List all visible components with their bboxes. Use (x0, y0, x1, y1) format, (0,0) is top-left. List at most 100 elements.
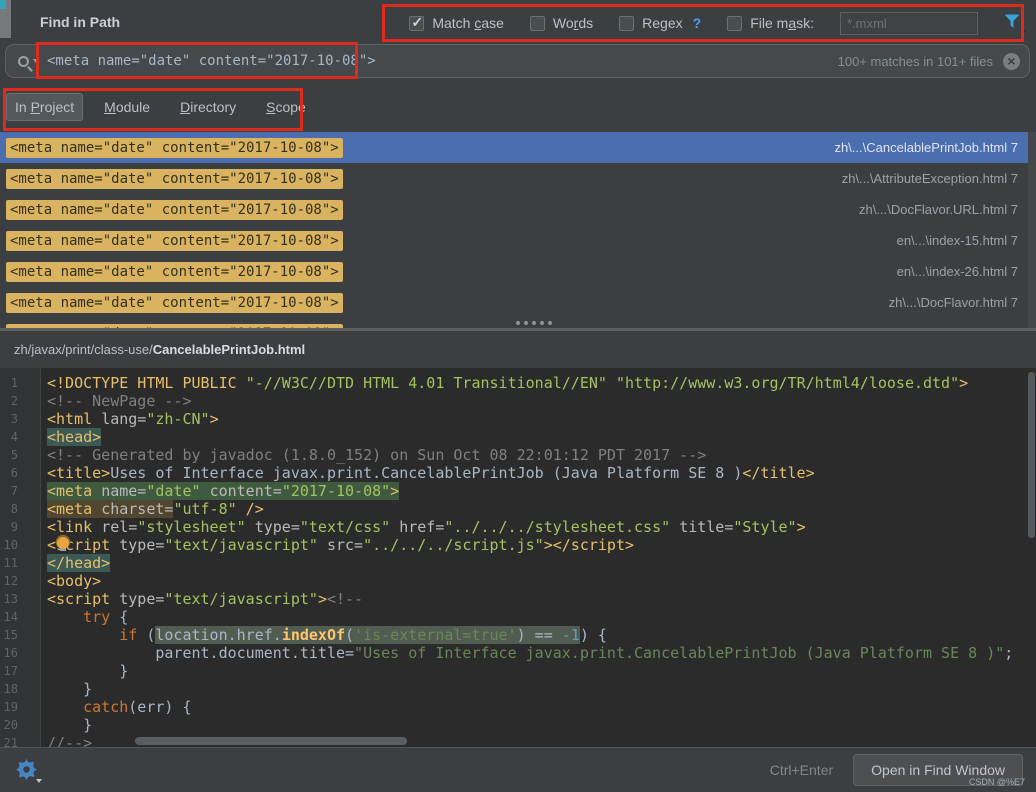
editor-vertical-scrollbar[interactable] (1028, 372, 1035, 538)
result-row[interactable]: <meta name="date" content="2017-10-08"> e… (0, 225, 1036, 256)
results-scrollbar[interactable] (1028, 132, 1036, 328)
match-case-label: Match case (432, 15, 504, 31)
code-line[interactable]: <!-- NewPage --> (47, 392, 1036, 410)
filter-funnel-icon (1004, 14, 1020, 28)
code-line[interactable]: } (47, 680, 1036, 698)
line-number: 5 (10, 448, 18, 462)
results-list: <meta name="date" content="2017-10-08"> z… (0, 132, 1036, 328)
code-line[interactable]: <html lang="zh-CN"> (47, 410, 1036, 428)
code-line[interactable]: <head> (47, 428, 1036, 446)
code-line[interactable]: <link rel="stylesheet" type="text/css" h… (47, 518, 1036, 536)
regex-checkbox[interactable]: Regex ? (619, 15, 701, 31)
result-row[interactable]: <meta name="date" content="2017-10-08"> z… (0, 194, 1036, 225)
line-number: 16 (3, 646, 18, 660)
file-mask-input[interactable] (840, 11, 978, 35)
result-file-path: zh\...\DocFlavor.html 7 (888, 295, 1018, 310)
gear-icon (16, 759, 37, 780)
line-number: 12 (3, 574, 18, 588)
code-line[interactable]: <script type="text/javascript" src="../.… (47, 536, 1036, 554)
tab-in-project[interactable]: In Project (6, 93, 84, 121)
background-window-artifact-accent (0, 0, 6, 9)
line-number: 2 (10, 394, 18, 408)
code-line[interactable]: if (location.href.indexOf('is-external=t… (47, 626, 1036, 644)
code-line[interactable]: <body> (47, 572, 1036, 590)
code-line[interactable]: } (47, 662, 1036, 680)
code-line[interactable]: } (47, 716, 1036, 734)
match-snippet: <meta name="date" content="2017-10-08"> (6, 168, 343, 189)
regex-help-link[interactable]: ? (693, 15, 702, 31)
line-number: 10 (3, 538, 18, 552)
editor-code: <!DOCTYPE HTML PUBLIC "-//W3C//DTD HTML … (41, 368, 1036, 747)
watermark: CSDN @%E7 (968, 777, 1025, 787)
editor-gutter: 1 2 3 4 5 6 7 8 9 10 11 12 13 14 15 16 17 18 19 20 21 (0, 368, 41, 747)
match-snippet: <meta name="date" content="2017-10-08"> (6, 261, 343, 282)
clear-search-button[interactable]: × (1003, 52, 1020, 70)
line-number: 15 (3, 628, 18, 642)
chevron-down-icon (36, 779, 42, 783)
preview-editor: 1 2 3 4 5 6 7 8 9 10 11 12 13 14 15 16 17 18 19 20 21 <!DOCT… (0, 368, 1036, 747)
code-line[interactable]: catch(err) { (47, 698, 1036, 716)
dialog-footer: Ctrl+Enter Open in Find Window (0, 747, 1036, 792)
result-file-path: zh\...\AttributeException.html 7 (841, 171, 1018, 186)
result-file-path: en\...\index-15.html 7 (896, 233, 1018, 248)
code-line[interactable]: <title>Uses of Interface javax.print.Can… (47, 464, 1036, 482)
line-number: 14 (3, 610, 18, 624)
dialog-title: Find in Path (40, 14, 121, 30)
line-number: 21 (3, 736, 18, 747)
result-row[interactable]: <meta name="date" content="2017-10-08"> e… (0, 256, 1036, 287)
result-row[interactable]: <meta name="date" content="2017-10-08"> z… (0, 132, 1036, 163)
line-number: 13 (3, 592, 18, 606)
tab-module[interactable]: Module (95, 93, 159, 121)
chevron-down-icon (33, 59, 39, 63)
find-in-path-dialog: Find in Path Match case Words Regex ? Fi… (0, 0, 1036, 792)
line-number: 18 (3, 682, 18, 696)
search-input[interactable] (47, 53, 838, 69)
line-number: 11 (3, 556, 18, 570)
line-number: 19 (3, 700, 18, 714)
checkbox-icon[interactable] (727, 15, 743, 31)
result-row[interactable]: <meta name="date" content="2017-10-08"> z… (0, 287, 1036, 318)
file-mask-label: File mask: (750, 15, 814, 31)
match-snippet: <meta name="date" content="2017-10-08"> (6, 292, 343, 313)
code-line[interactable]: <meta name="date" content="2017-10-08"> (47, 482, 1036, 500)
result-row[interactable]: <meta name="date" content="2017-10-08"> z… (0, 163, 1036, 194)
line-number: 9 (10, 520, 18, 534)
code-line[interactable]: try { (47, 608, 1036, 626)
code-line[interactable]: <meta charset="utf-8" /> (47, 500, 1036, 518)
code-line[interactable]: <!-- Generated by javadoc (1.8.0_152) on… (47, 446, 1036, 464)
line-number: 6 (10, 466, 18, 480)
match-snippet: <meta name="date" content="2017-10-08"> (6, 230, 343, 251)
words-label: Words (552, 15, 594, 31)
checkbox-icon[interactable] (409, 14, 425, 31)
result-file-path: en\...\index-26.html 7 (896, 264, 1018, 279)
editor-horizontal-scrollbar[interactable] (135, 737, 407, 745)
search-options-bar: Match case Words Regex ? File mask: (409, 9, 1026, 37)
regex-label: Regex (642, 15, 683, 31)
match-case-checkbox[interactable]: Match case (409, 14, 504, 31)
background-window-artifact (0, 0, 11, 38)
intention-bulb-icon[interactable] (56, 535, 70, 551)
tab-scope[interactable]: Scope (257, 93, 315, 121)
line-number: 8 (10, 502, 18, 516)
code-line[interactable]: </head> (47, 554, 1036, 572)
tab-directory[interactable]: Directory (171, 93, 245, 121)
line-number: 7 (10, 484, 18, 498)
search-history-button[interactable] (18, 55, 39, 67)
settings-gear-button[interactable] (16, 759, 42, 783)
result-file-path: zh\...\DocFlavor.URL.html 7 (859, 202, 1018, 217)
checkbox-icon[interactable] (619, 15, 635, 31)
words-checkbox[interactable]: Words (529, 15, 594, 31)
line-number: 1 (10, 376, 18, 390)
code-line[interactable]: <!DOCTYPE HTML PUBLIC "-//W3C//DTD HTML … (47, 374, 1036, 392)
code-line[interactable]: parent.document.title="Uses of Interface… (47, 644, 1036, 662)
filter-button[interactable] (1004, 14, 1026, 34)
match-snippet: <meta name="date" content="2017-10-08"> (6, 199, 343, 220)
checkbox-icon[interactable] (529, 15, 545, 31)
line-number: 17 (3, 664, 18, 678)
line-number: 20 (3, 718, 18, 732)
search-field[interactable]: 100+ matches in 101+ files × (5, 44, 1030, 78)
file-mask-checkbox[interactable]: File mask: (727, 15, 814, 31)
code-line[interactable]: <script type="text/javascript"><!-- (47, 590, 1036, 608)
chevron-down-icon (1020, 30, 1026, 34)
preview-file-name: CancelablePrintJob.html (152, 342, 306, 357)
